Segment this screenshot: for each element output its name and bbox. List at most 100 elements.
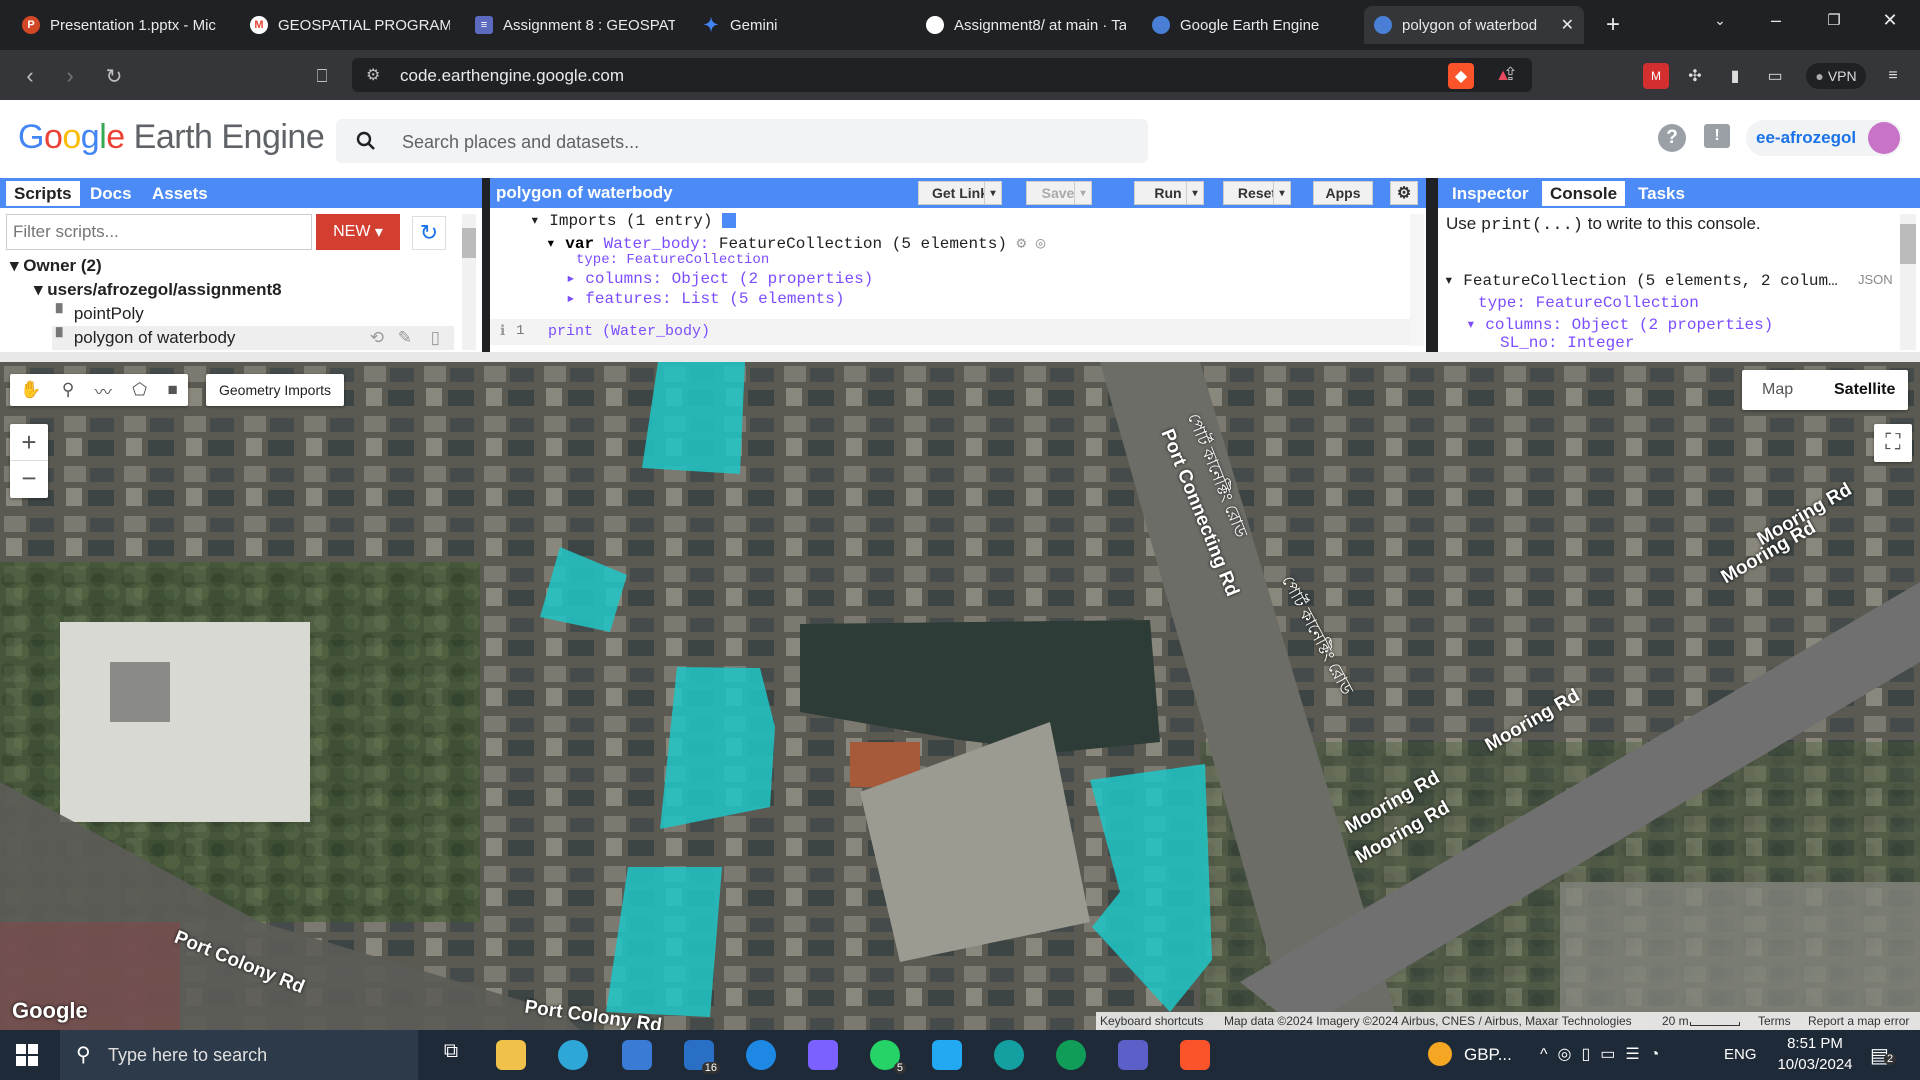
store-icon[interactable]: [622, 1040, 652, 1070]
import-settings-icon[interactable]: ⚙: [1017, 235, 1027, 253]
tab-gmail[interactable]: M GEOSPATIAL PROGRAMM: [240, 6, 450, 44]
back-icon[interactable]: ‹: [16, 62, 44, 90]
search-app-icon[interactable]: [746, 1040, 776, 1070]
reload-icon[interactable]: ↻: [100, 62, 128, 90]
search-box[interactable]: Search places and datasets...: [336, 119, 1148, 163]
weather-icon[interactable]: [1428, 1042, 1452, 1066]
polygon-tool-icon[interactable]: ⬠: [132, 380, 147, 400]
feedback-icon[interactable]: !: [1704, 124, 1730, 148]
notification-icon[interactable]: ▤ 2: [1870, 1043, 1897, 1068]
fullscreen-icon[interactable]: ⛶: [1874, 424, 1912, 462]
menu-icon[interactable]: ≡: [1880, 63, 1906, 89]
panel-splitter[interactable]: [0, 352, 1920, 362]
map-type-map[interactable]: Map: [1762, 381, 1793, 399]
edit-icon[interactable]: ✎: [398, 328, 412, 348]
code-line-row[interactable]: ℹ 1 print (Water_body): [490, 319, 1410, 345]
brave-icon[interactable]: [1180, 1040, 1210, 1070]
terms-link[interactable]: Terms: [1758, 1014, 1791, 1028]
rectangle-tool-icon[interactable]: ■: [167, 380, 177, 400]
app-icon[interactable]: [808, 1040, 838, 1070]
console-columns-line[interactable]: ▾ columns: Object (2 properties): [1466, 314, 1773, 334]
taskbar-search[interactable]: ⚲ Type here to search: [60, 1030, 418, 1080]
get-link-dropdown-icon[interactable]: ▾: [984, 181, 1002, 205]
features-line[interactable]: ▸ features: List (5 elements): [566, 288, 844, 308]
map-canvas[interactable]: Port Connecting Rd পোর্ট কানেক্টিং রোড প…: [0, 362, 1920, 1030]
editor-scrollbar[interactable]: [1410, 214, 1424, 346]
columns-line[interactable]: ▸ columns: Object (2 properties): [566, 268, 873, 288]
site-settings-icon[interactable]: ⚙: [366, 65, 380, 85]
sidebar-icon[interactable]: ▮: [1722, 63, 1748, 89]
history-icon[interactable]: ⟲: [370, 328, 384, 348]
map-type-satellite[interactable]: Satellite: [1834, 381, 1895, 399]
system-tray-icons[interactable]: ^◎▯▭☰◔: [1540, 1044, 1669, 1064]
tree-owner[interactable]: ▾ Owner (2): [10, 256, 102, 276]
maximize-button[interactable]: ❐: [1806, 0, 1862, 40]
marker-tool-icon[interactable]: ⚲: [62, 380, 74, 400]
save-dropdown-icon[interactable]: ▾: [1074, 181, 1092, 205]
brave-rewards-icon[interactable]: ▲: [1490, 63, 1516, 89]
tab-github[interactable]: Assignment8/ at main · Ta: [916, 6, 1126, 44]
url-bar[interactable]: ⚙ code.earthengine.google.com ⇪: [352, 58, 1532, 92]
mail-icon[interactable]: 16: [684, 1040, 720, 1074]
wallet-icon[interactable]: ▭: [1762, 63, 1788, 89]
tab-docs[interactable]: Docs: [82, 181, 140, 206]
vpn-button[interactable]: ● VPN: [1806, 63, 1866, 89]
whatsapp-icon[interactable]: 5: [870, 1040, 906, 1074]
account-chip[interactable]: ee-afrozegol: [1746, 120, 1902, 156]
file-explorer-icon[interactable]: [496, 1040, 526, 1070]
delete-icon[interactable]: ▯: [431, 328, 440, 348]
tab-gee[interactable]: Google Earth Engine: [1142, 6, 1352, 44]
zoom-in-button[interactable]: +: [10, 424, 48, 461]
tab-inspector[interactable]: Inspector: [1444, 181, 1537, 206]
console-scrollbar[interactable]: [1900, 214, 1916, 350]
tab-search-chevron-icon[interactable]: ⌄: [1692, 0, 1748, 40]
teams-icon[interactable]: [1118, 1040, 1148, 1070]
imports-doc-icon[interactable]: [722, 213, 737, 229]
tree-repo[interactable]: ▾ users/afrozegol/assignment8: [34, 280, 282, 300]
reset-dropdown-icon[interactable]: ▾: [1273, 181, 1291, 205]
zoom-out-button[interactable]: −: [10, 461, 48, 498]
vscode-icon[interactable]: [932, 1040, 962, 1070]
new-script-button[interactable]: NEW ▾: [316, 214, 400, 250]
weather-text[interactable]: GBP...: [1464, 1045, 1512, 1065]
close-tab-icon[interactable]: ✕: [1561, 15, 1574, 35]
app-icon[interactable]: [994, 1040, 1024, 1070]
bookmark-icon[interactable]: ⎕: [308, 62, 336, 90]
tab-polygon-active[interactable]: polygon of waterbod ✕: [1364, 6, 1584, 44]
import-target-icon[interactable]: ◎: [1036, 235, 1046, 253]
keyboard-shortcuts-link[interactable]: Keyboard shortcuts: [1100, 1014, 1203, 1028]
tab-tasks[interactable]: Tasks: [1630, 181, 1693, 206]
tree-file-pointpoly[interactable]: ▘ pointPoly: [56, 304, 144, 324]
geometry-imports-button[interactable]: Geometry Imports: [206, 374, 344, 406]
refresh-icon[interactable]: ↻: [412, 216, 446, 250]
brave-shield-icon[interactable]: ◆: [1448, 63, 1474, 89]
tab-assets[interactable]: Assets: [144, 181, 216, 206]
new-tab-button[interactable]: +: [1596, 6, 1626, 44]
edge-dev-icon[interactable]: [1056, 1040, 1086, 1070]
tab-assignment[interactable]: ≡ Assignment 8 : GEOSPATI: [465, 6, 675, 44]
extensions-puzzle-icon[interactable]: ✣: [1682, 63, 1708, 89]
line-tool-icon[interactable]: 〰: [95, 378, 112, 403]
filter-scripts-input[interactable]: [6, 214, 312, 250]
task-view-icon[interactable]: ⧉: [436, 1040, 466, 1070]
clock-date[interactable]: 10/03/2024: [1770, 1056, 1860, 1073]
scrollbar[interactable]: [462, 214, 476, 350]
edge-icon[interactable]: [558, 1040, 588, 1070]
tab-gemini[interactable]: ✦ Gemini: [692, 6, 902, 44]
help-icon[interactable]: ?: [1658, 124, 1686, 152]
close-window-button[interactable]: ✕: [1862, 0, 1918, 40]
clock-time[interactable]: 8:51 PM: [1780, 1035, 1850, 1052]
report-error-link[interactable]: Report a map error: [1808, 1014, 1909, 1028]
forward-icon[interactable]: ›: [56, 62, 84, 90]
tab-scripts[interactable]: Scripts: [6, 181, 80, 206]
earth-engine-logo[interactable]: Google Earth Engine: [18, 118, 325, 157]
imports-header[interactable]: ▾ Imports (1 entry): [530, 210, 737, 230]
hand-tool-icon[interactable]: ✋: [20, 380, 41, 400]
windows-start-icon[interactable]: [16, 1044, 38, 1066]
apps-button[interactable]: Apps: [1313, 181, 1373, 205]
import-var-line[interactable]: ▾ var Water_body: FeatureCollection (5 e…: [546, 233, 1045, 253]
json-toggle[interactable]: JSON: [1858, 272, 1893, 287]
settings-gear-icon[interactable]: ⚙: [1390, 181, 1418, 205]
tree-file-polygon[interactable]: ▘ polygon of waterbody ⟲ ✎ ▯: [52, 326, 454, 350]
tab-presentation[interactable]: P Presentation 1.pptx - Mic: [12, 6, 224, 44]
